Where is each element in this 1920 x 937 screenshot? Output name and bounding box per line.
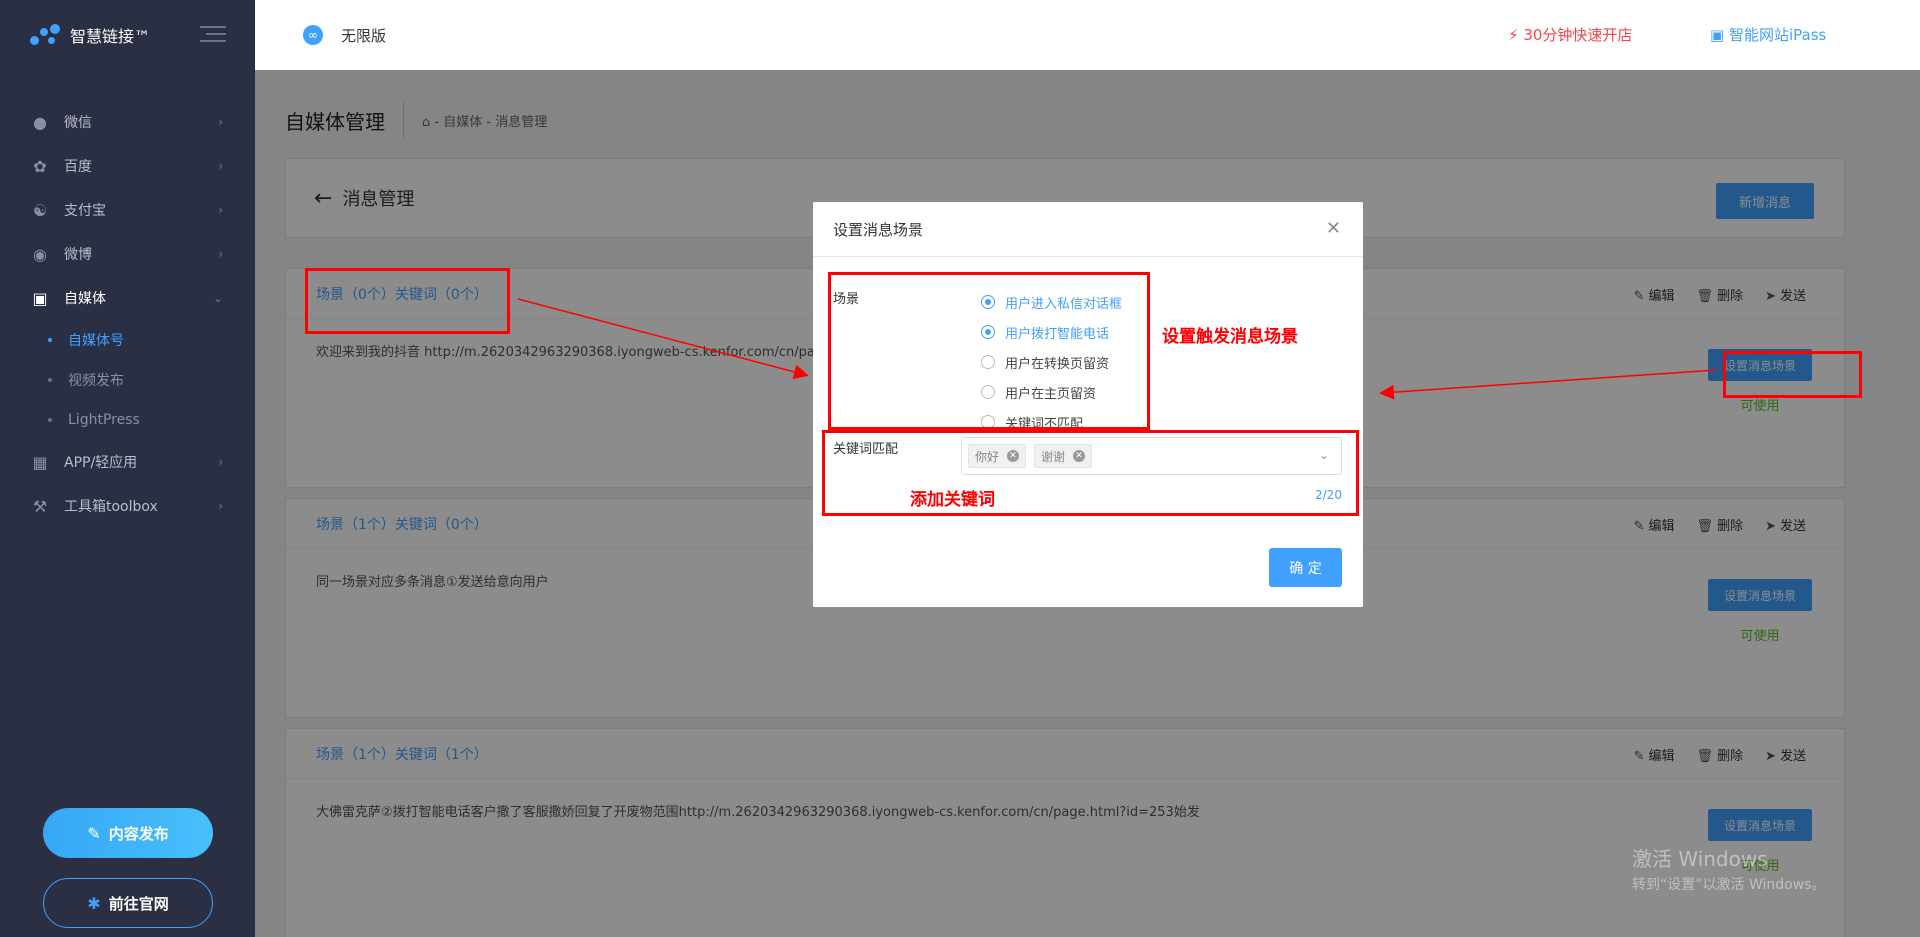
brand-name: 智慧链接™ [70, 27, 151, 46]
edit-icon: ✎ [87, 823, 101, 843]
windows-activation-watermark: 激活 Windows 转到“设置”以激活 Windows。 [1632, 843, 1825, 894]
chevron-right-icon: › [218, 455, 223, 469]
publish-content-button[interactable]: ✎ 内容发布 [43, 808, 213, 858]
sidebar-subitem-media-account[interactable]: 自媒体号 [0, 320, 255, 360]
sidebar-item-toolbox[interactable]: ⚒ 工具箱toolbox › [0, 484, 255, 528]
sidebar-subitem-video-publish[interactable]: 视频发布 [0, 360, 255, 400]
logo-small-icon: ✱ [87, 893, 101, 913]
ipass-link[interactable]: ▣ 智能网站iPass [1710, 24, 1826, 45]
weibo-icon: ◉ [33, 244, 47, 264]
annotation-box-keywords [822, 430, 1359, 516]
chevron-right-icon: › [218, 115, 223, 129]
sidebar-item-label: 工具箱toolbox [64, 499, 158, 515]
sidebar-item-label: 支付宝 [64, 203, 106, 219]
sidebar-item-label: 微博 [64, 247, 92, 263]
ipass-icon: ▣ [1710, 26, 1725, 44]
close-icon[interactable]: ✕ [1326, 218, 1341, 239]
wechat-icon: ● [33, 112, 47, 132]
wrench-icon: ⚒ [32, 496, 48, 516]
menu-collapse-icon[interactable] [200, 26, 226, 44]
watermark-line1: 激活 Windows [1632, 847, 1768, 871]
sidebar-item-label: 微信 [64, 115, 92, 131]
sidebar-subitem-label: 自媒体号 [68, 333, 124, 349]
annotation-box-scene-options [828, 272, 1150, 430]
grid-icon: ▦ [32, 452, 48, 472]
infinity-icon: ∞ [303, 25, 323, 45]
version-label: 无限版 [341, 26, 387, 45]
alipay-icon: ☯ [32, 200, 48, 220]
chevron-right-icon: › [218, 499, 223, 513]
dialog-title: 设置消息场景 [833, 220, 924, 239]
publish-content-label: 内容发布 [108, 824, 169, 843]
sidebar-item-label: 自媒体 [64, 291, 106, 307]
sidebar-item-alipay[interactable]: ☯ 支付宝 › [0, 188, 255, 232]
annotation-box-scene-button [1723, 351, 1862, 398]
sidebar: 智慧链接™ ● 微信 › ✿ 百度 › ☯ 支付宝 › ◉ 微博 › ▣ 自媒体… [0, 0, 255, 937]
sidebar-subitem-label: LightPress [68, 412, 140, 428]
logo-icon [30, 24, 62, 46]
sidebar-item-weibo[interactable]: ◉ 微博 › [0, 232, 255, 276]
sidebar-item-media[interactable]: ▣ 自媒体 ⌄ [0, 276, 255, 320]
sidebar-item-label: 百度 [64, 159, 92, 175]
chevron-down-icon: ⌄ [212, 291, 223, 305]
chevron-right-icon: › [218, 203, 223, 217]
annotation-keyword-note: 添加关键词 [910, 490, 995, 510]
sidebar-nav: ● 微信 › ✿ 百度 › ☯ 支付宝 › ◉ 微博 › ▣ 自媒体 ⌄ 自媒体… [0, 100, 255, 528]
dialog-header: 设置消息场景 ✕ [813, 202, 1363, 257]
sidebar-subitem-label: 视频发布 [68, 373, 124, 389]
ipass-label: 智能网站iPass [1728, 26, 1827, 44]
visit-site-label: 前往官网 [108, 894, 169, 913]
watermark-line2: 转到“设置”以激活 Windows。 [1632, 877, 1826, 893]
sidebar-subitem-lightpress[interactable]: LightPress [0, 400, 255, 440]
confirm-button[interactable]: 确 定 [1269, 548, 1342, 587]
quick-open-label: 30分钟快速开店 [1523, 26, 1633, 44]
paw-icon: ✿ [33, 156, 47, 176]
chevron-right-icon: › [218, 247, 223, 261]
visit-site-button[interactable]: ✱ 前往官网 [43, 878, 213, 928]
quick-open-link[interactable]: ⚡ 30分钟快速开店 [1508, 24, 1632, 45]
sidebar-item-baidu[interactable]: ✿ 百度 › [0, 144, 255, 188]
camera-icon: ▣ [32, 288, 48, 308]
topbar: ∞ 无限版 ⚡ 30分钟快速开店 ▣ 智能网站iPass [255, 0, 1920, 70]
chevron-right-icon: › [218, 159, 223, 173]
sidebar-item-wechat[interactable]: ● 微信 › [0, 100, 255, 144]
annotation-box-scene-title [305, 268, 510, 334]
sidebar-item-label: APP/轻应用 [64, 455, 138, 471]
sidebar-item-app[interactable]: ▦ APP/轻应用 › [0, 440, 255, 484]
annotation-scene-note: 设置触发消息场景 [1162, 327, 1298, 347]
lightning-icon: ⚡ [1508, 26, 1519, 44]
version-badge: ∞ 无限版 [303, 25, 386, 46]
